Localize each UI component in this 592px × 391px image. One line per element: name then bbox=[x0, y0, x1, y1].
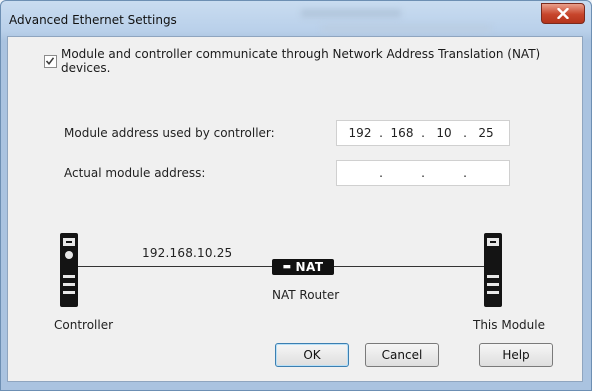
nat-router-icon: ▬ NAT bbox=[272, 259, 334, 275]
ok-button[interactable]: OK bbox=[275, 343, 349, 367]
controller-device-icon bbox=[60, 233, 78, 307]
module-address-field[interactable]: 192 . 168 . 10 . 25 bbox=[336, 120, 510, 146]
module-address-label: Module address used by controller: bbox=[64, 126, 275, 140]
nat-checkbox[interactable] bbox=[44, 54, 57, 68]
octet-3: 10 bbox=[436, 126, 452, 140]
title-bar[interactable]: Advanced Ethernet Settings bbox=[1, 1, 591, 37]
network-link bbox=[78, 266, 272, 267]
octet-separator: . bbox=[463, 166, 467, 180]
network-link bbox=[334, 266, 484, 267]
background-blur-text bbox=[301, 9, 401, 18]
actual-address-label: Actual module address: bbox=[64, 166, 206, 180]
controller-label: Controller bbox=[54, 318, 114, 332]
background-blur-text bbox=[321, 25, 491, 32]
octet-separator: . bbox=[421, 126, 425, 140]
checkmark-icon bbox=[46, 57, 55, 66]
octet-separator: . bbox=[463, 126, 467, 140]
octet-4: 25 bbox=[478, 126, 494, 140]
nat-badge-text: NAT bbox=[295, 260, 324, 274]
close-button[interactable] bbox=[541, 3, 585, 24]
close-icon bbox=[557, 8, 569, 19]
nat-checkbox-row[interactable]: Module and controller communicate throug… bbox=[44, 47, 592, 75]
octet-1: 192 bbox=[348, 126, 372, 140]
nat-router-label: NAT Router bbox=[272, 288, 340, 302]
actual-address-field[interactable]: . . . bbox=[336, 160, 510, 186]
this-module-label: This Module bbox=[473, 318, 545, 332]
octet-separator: . bbox=[379, 166, 383, 180]
nat-checkbox-label: Module and controller communicate throug… bbox=[60, 47, 541, 75]
octet-2: 168 bbox=[390, 126, 414, 140]
module-device-icon bbox=[484, 233, 502, 307]
cancel-button[interactable]: Cancel bbox=[365, 343, 439, 367]
octet-separator: . bbox=[379, 126, 383, 140]
octet-separator: . bbox=[421, 166, 425, 180]
help-button[interactable]: Help bbox=[479, 343, 553, 367]
link-address-label: 192.168.10.25 bbox=[142, 246, 233, 260]
window-title: Advanced Ethernet Settings bbox=[9, 13, 177, 27]
